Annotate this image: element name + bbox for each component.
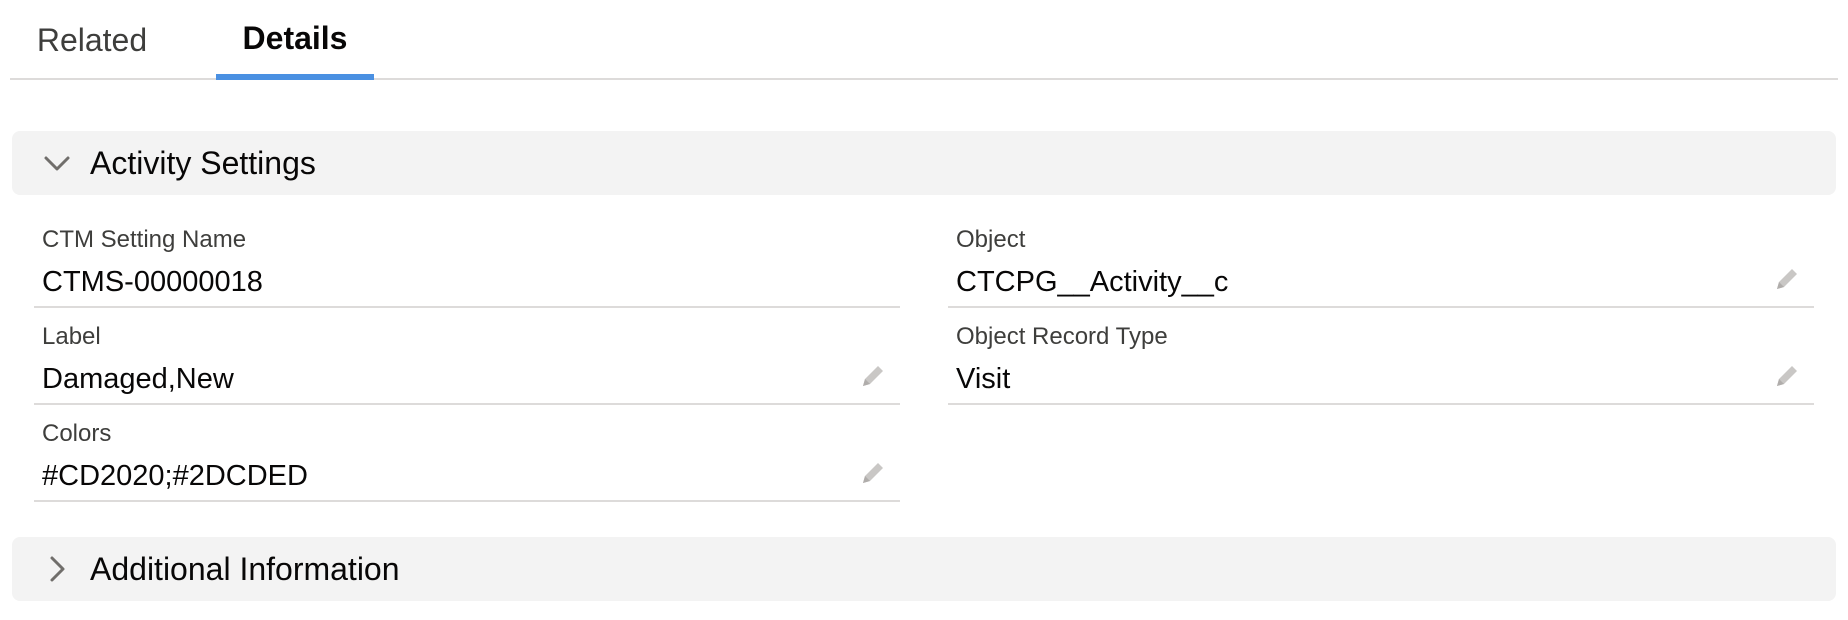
field-value: Damaged,New: [42, 363, 234, 395]
field-label: Object: [956, 226, 1026, 253]
section-title-activity-settings: Activity Settings: [90, 144, 316, 181]
chevron-right-icon: [42, 554, 72, 584]
field-label: Object Record Type: [956, 323, 1168, 350]
field-label: Label Damaged,New: [34, 309, 900, 405]
section-title-additional-information: Additional Information: [90, 550, 400, 587]
field-value: #CD2020;#2DCDED: [42, 460, 308, 492]
tab-bar: Related Details: [10, 0, 1838, 80]
field-colors: Colors #CD2020;#2DCDED: [34, 406, 900, 502]
tab-details[interactable]: Details: [216, 0, 374, 80]
pencil-icon[interactable]: [1770, 262, 1804, 296]
field-value: Visit: [956, 363, 1011, 395]
field-object: Object CTCPG__Activity__c: [948, 212, 1814, 308]
field-label: CTM Setting Name: [42, 226, 247, 253]
pencil-icon[interactable]: [856, 359, 890, 393]
tab-related[interactable]: Related: [10, 0, 174, 80]
pencil-icon[interactable]: [1770, 359, 1804, 393]
field-label: Colors: [42, 420, 112, 447]
field-value: CTMS-00000018: [42, 266, 263, 298]
field-ctm-setting-name: CTM Setting Name CTMS-00000018: [34, 212, 900, 308]
section-header-additional-information[interactable]: Additional Information: [12, 537, 1836, 601]
section-header-activity-settings[interactable]: Activity Settings: [12, 131, 1836, 195]
record-detail-page: Related Details Activity Settings CTM Se…: [0, 0, 1848, 620]
field-label-text: Label: [42, 323, 101, 350]
field-value: CTCPG__Activity__c: [956, 266, 1229, 298]
field-object-record-type: Object Record Type Visit: [948, 309, 1814, 405]
chevron-down-icon: [42, 148, 72, 178]
pencil-icon[interactable]: [856, 456, 890, 490]
